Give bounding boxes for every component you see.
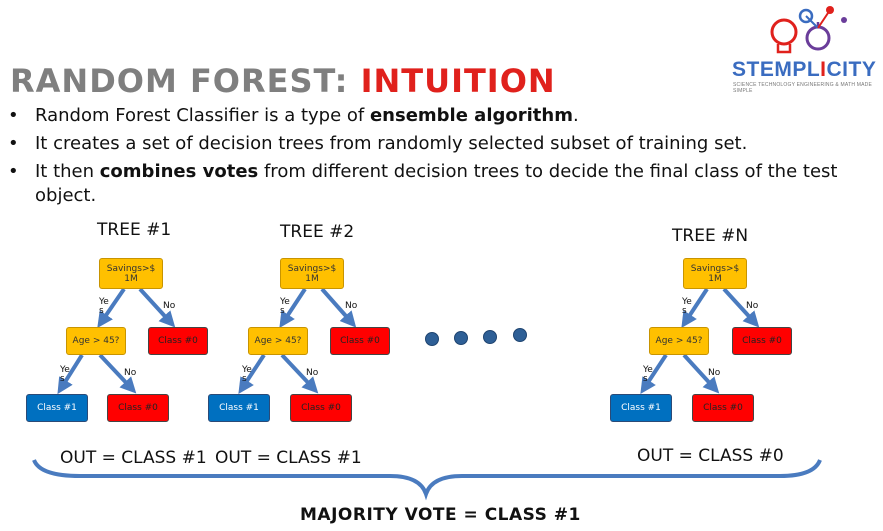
tree-n-yes2-label: Ye s	[643, 365, 653, 384]
tree-n-age-node: Age > 45?	[649, 327, 709, 355]
tree-2-yes2-label: Ye s	[242, 365, 252, 384]
tree-1-no2-label: No	[124, 368, 137, 378]
tree-n-class1-node: Class #1	[610, 394, 672, 422]
tree-2-title: TREE #2	[280, 222, 355, 242]
tree-n-root-node: Savings>$ 1M	[683, 258, 747, 289]
tree-1-no-label: No	[163, 301, 176, 311]
tree-2-root-node: Savings>$ 1M	[280, 258, 344, 289]
tree-n-no-label: No	[746, 301, 759, 311]
tree-1-yes2-label: Ye s	[60, 365, 70, 384]
tree-2-age-node: Age > 45?	[248, 327, 308, 355]
tree-n-output: OUT = CLASS #0	[637, 446, 784, 466]
ellipsis-dot	[425, 332, 439, 346]
tree-n-class0-top-node: Class #0	[732, 327, 792, 355]
tree-1-yes-label: Ye s	[99, 297, 109, 316]
majority-vote-label: MAJORITY VOTE = CLASS #1	[300, 505, 581, 525]
tree-1-title: TREE #1	[97, 220, 172, 240]
tree-1-output: OUT = CLASS #1	[60, 448, 207, 468]
ellipsis-dot	[483, 330, 497, 344]
tree-n-no2-label: No	[708, 368, 721, 378]
tree-2-no2-label: No	[306, 368, 319, 378]
tree-1-class0-top-node: Class #0	[148, 327, 208, 355]
tree-2-no-label: No	[345, 301, 358, 311]
tree-1-class1-node: Class #1	[26, 394, 88, 422]
tree-n-class0-bottom-node: Class #0	[692, 394, 754, 422]
ellipsis-dot	[513, 328, 527, 342]
tree-n-yes-label: Ye s	[682, 297, 692, 316]
tree-n-title: TREE #N	[672, 226, 749, 246]
tree-2-class0-top-node: Class #0	[330, 327, 390, 355]
tree-1-root-node: Savings>$ 1M	[99, 258, 163, 289]
tree-1-age-node: Age > 45?	[66, 327, 126, 355]
tree-1-class0-bottom-node: Class #0	[107, 394, 169, 422]
ellipsis-dot	[454, 331, 468, 345]
tree-2-output: OUT = CLASS #1	[215, 448, 362, 468]
tree-2-yes-label: Ye s	[280, 297, 290, 316]
tree-2-class1-node: Class #1	[208, 394, 270, 422]
tree-2-class0-bottom-node: Class #0	[290, 394, 352, 422]
